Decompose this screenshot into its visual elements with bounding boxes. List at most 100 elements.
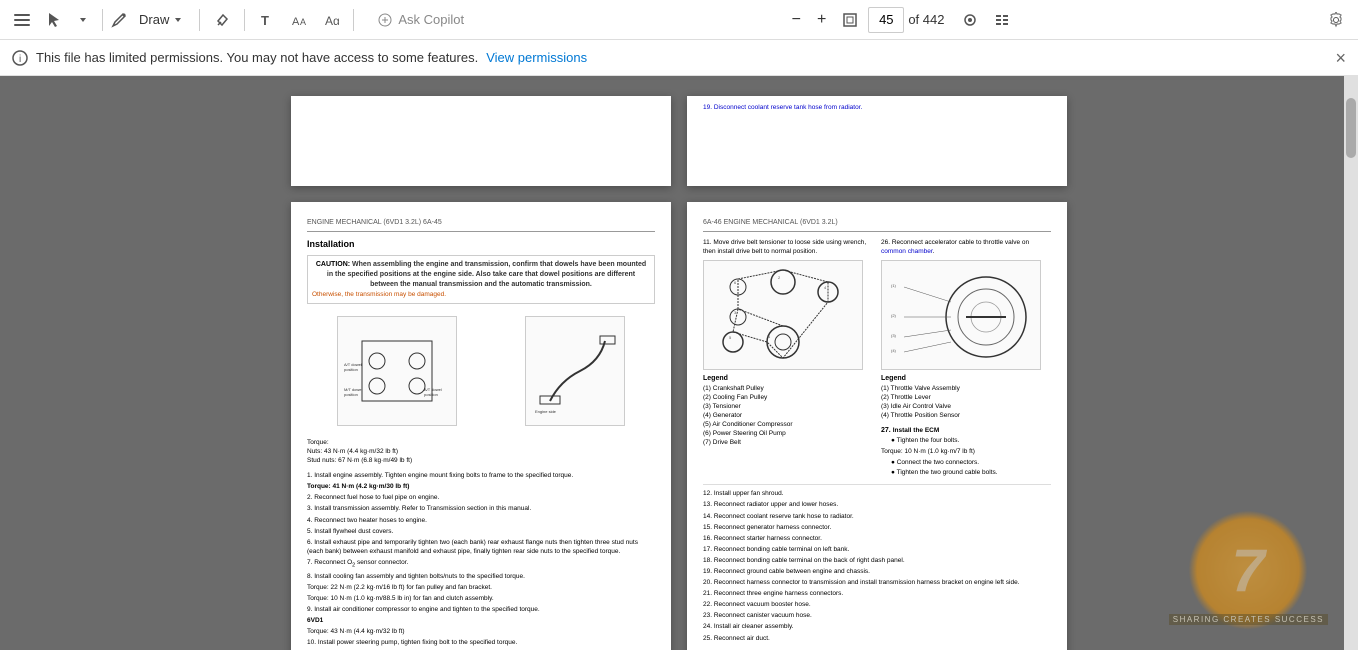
zoom-in-icon: + [817,11,826,29]
toolbar: Draw T AA Aα Ask Copilot − + 45 of 442 [0,0,1358,40]
torque-label: Torque: [307,439,329,446]
notification-close-button[interactable]: × [1335,49,1346,67]
svg-text:4: 4 [824,285,827,290]
step-5: 5. Install flywheel dust covers. [307,527,655,536]
hose-diagram-svg: Engine side [530,321,620,421]
toc-button[interactable] [988,8,1016,32]
left-page-content: ENGINE MECHANICAL (6VD1 3.2L) 6A-45 Inst… [291,202,671,650]
legend1-item-3: (3) Tensioner [703,402,873,411]
step-17: 17. Reconnect bonding cable terminal on … [703,545,1051,554]
separator-3 [244,9,245,31]
scroll-thumb[interactable] [1346,98,1356,158]
step-27-bullet-3: ● Tighten the two ground cable bolts. [881,468,1051,477]
step-10: 10. Install power steering pump, tighten… [307,638,655,647]
zoom-in-button[interactable]: + [811,7,832,33]
svg-text:Engine side: Engine side [535,409,557,414]
left-page-header: ENGINE MECHANICAL (6VD1 3.2L) 6A-45 [307,218,655,232]
step-16: 16. Reconnect starter harness connector. [703,534,1051,543]
svg-text:position: position [344,367,358,372]
menu-button[interactable] [8,8,36,32]
step-7: 7. Reconnect O2 sensor connector. [307,558,655,570]
step-27-section: 27. Install the ECM ● Tighten the four b… [881,426,1051,477]
text-format-button[interactable]: Aα [317,8,345,32]
svg-text:A: A [300,17,306,27]
draw-icon [111,12,127,28]
step-2: 2. Reconnect fuel hose to fuel pipe on e… [307,493,655,502]
step-24: 24. Install air cleaner assembly. [703,622,1051,631]
zoom-out-button[interactable]: − [786,7,807,33]
watermark-text: Sharing creates success [1169,614,1328,625]
legend2-item-4: (4) Throttle Position Sensor [881,411,1051,420]
step-1: 1. Install engine assembly. Tighten engi… [307,471,655,480]
step-11: 11. Move drive belt tensioner to loose s… [703,238,873,256]
text-style-button[interactable]: AA [285,8,313,32]
legend-1: Legend (1) Crankshaft Pulley (2) Cooling… [703,374,873,447]
ask-copilot-input[interactable]: Ask Copilot [362,8,480,31]
right-page-content: 6A-46 ENGINE MECHANICAL (6VD1 3.2L) 11. … [687,202,1067,650]
select-tool-button[interactable] [40,8,68,32]
step-15: 15. Reconnect generator harness connecto… [703,523,1051,532]
step-20: 20. Reconnect harness connector to trans… [703,578,1051,587]
copilot-icon [378,13,392,27]
svg-text:i: i [19,54,21,65]
step-8-torque1: Torque: 22 N·m (2.2 kg·m/16 lb ft) for f… [307,583,655,592]
legend1-item-1: (1) Crankshaft Pulley [703,384,873,393]
page-row-top: 19. Disconnect coolant reserve tank hose… [20,96,1338,186]
pdf-page-top-right: 19. Disconnect coolant reserve tank hose… [687,96,1067,186]
select-dropdown-button[interactable] [72,11,94,29]
notification-bar: i This file has limited permissions. You… [0,40,1358,76]
torque-stud-nuts: Stud nuts: 67 N·m (6.8 kg·m/49 lb ft) [307,457,412,464]
separator-4 [353,9,354,31]
top-partial-right-content: 19. Disconnect coolant reserve tank hose… [687,96,1067,119]
page-number-input[interactable]: 45 [868,7,904,33]
settings-icon [1328,12,1344,28]
right-column: 26. Reconnect accelerator cable to throt… [881,238,1051,479]
view-permissions-link[interactable]: View permissions [486,50,587,65]
step-22: 22. Reconnect vacuum booster hose. [703,600,1051,609]
drive-belt-svg: 1 2 3 4 5 6 [708,262,858,367]
step-6: 6. Install exhaust pipe and temporarily … [307,538,655,556]
fit-page-icon [842,12,858,28]
watermark-number: 7 [1231,536,1264,605]
text-tool-button[interactable]: T [253,8,281,32]
step-19: 19. Reconnect ground cable between engin… [703,567,1051,576]
view-toggle-button[interactable] [956,8,984,32]
throttle-valve-diagram: (1) (2) (3) (4) [881,260,1041,370]
svg-text:6: 6 [734,280,737,285]
separator-1 [102,9,103,31]
watermark-circle: 7 [1188,510,1308,630]
step-13: 13. Reconnect radiator upper and lower h… [703,500,1051,509]
torque-section: Torque: Nuts: 43 N·m (4.4 kg·m/32 lb ft)… [307,438,655,465]
engine-diagram-dowels: A/T dowel position M/T dowel position A/… [337,316,457,426]
legend2-item-1: (1) Throttle Valve Assembly [881,384,1051,393]
scrollbar[interactable] [1344,76,1358,650]
separator-2 [199,9,200,31]
legend1-item-4: (4) Generator [703,411,873,420]
caution-body-text: When assembling the engine and transmiss… [327,261,646,288]
step-27-text: Install the ECM [893,427,940,434]
info-icon: i [12,50,28,66]
draw-button[interactable]: Draw [131,8,191,31]
step-27-torque: Torque: 10 N·m (1.0 kg·m/7 lb ft) [881,447,1051,456]
legend1-item-5: (5) Air Conditioner Compressor [703,420,873,429]
notification-text: This file has limited permissions. You m… [36,50,478,65]
watermark: 7 Sharing creates success [1128,530,1328,630]
step-9-torque: Torque: 43 N·m (4.4 kg·m/32 lb ft) [307,627,655,636]
page-navigation: − + 45 of 442 [786,7,945,33]
eraser-button[interactable] [208,8,236,32]
zoom-out-icon: − [792,11,801,29]
svg-text:A: A [292,16,300,28]
step-12: 12. Install upper fan shroud. [703,489,1051,498]
torque-nuts: Nuts: 43 N·m (4.4 kg·m/32 lb ft) [307,448,398,455]
top-partial-left-content [291,96,671,112]
step-27-num: 27. Install the ECM [881,426,1051,436]
view-icon [962,12,978,28]
fit-page-button[interactable] [836,8,864,32]
step-3: 3. Install transmission assembly. Refer … [307,504,655,513]
draw-label: Draw [139,12,169,27]
step-27-bullet-1: ● Tighten the four bolts. [881,436,1051,445]
top-partial-step: 19. Disconnect coolant reserve tank hose… [703,104,862,111]
svg-text:3: 3 [734,310,737,315]
legend-2: Legend (1) Throttle Valve Assembly (2) T… [881,374,1051,420]
settings-button[interactable] [1322,8,1350,32]
